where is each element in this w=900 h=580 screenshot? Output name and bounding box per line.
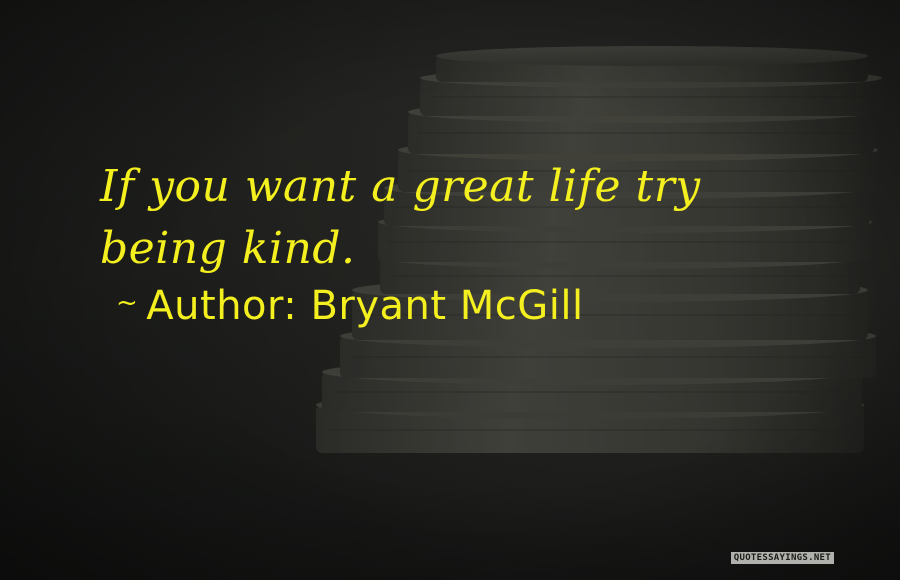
author-line: ~ Author: Bryant McGill <box>116 278 584 331</box>
quote-text: If you want a great life try being kind. <box>100 161 701 274</box>
author-name: Bryant McGill <box>310 283 584 329</box>
watermark: QUOTESSAYINGS.NET <box>730 552 834 564</box>
quote-card: If you want a great life try being kind.… <box>0 0 900 580</box>
tilde-mark: ~ <box>116 288 139 318</box>
author-label: Author: <box>146 283 298 329</box>
